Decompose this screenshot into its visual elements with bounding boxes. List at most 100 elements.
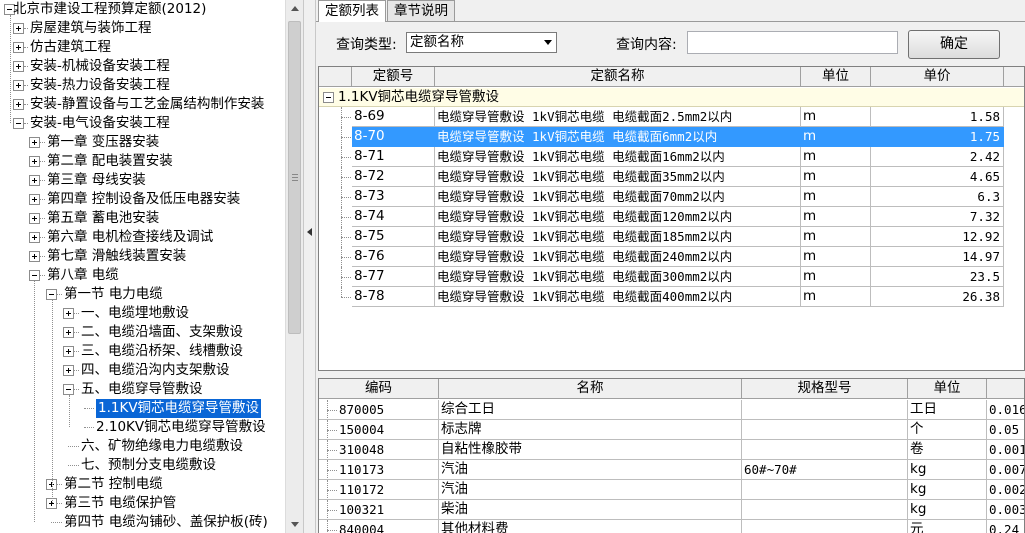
expand-plus-icon[interactable] [29,251,40,262]
material-cell-spec [742,520,908,533]
expand-plus-icon[interactable] [29,137,40,148]
tree-node[interactable]: 一、电缆埋地敷设 [0,304,285,323]
expand-plus-icon[interactable] [63,327,74,338]
tree-node[interactable]: 第四章 控制设备及低压电器安装 [0,190,285,209]
quota-row[interactable]: 8-71 电缆穿导管敷设 1kV铜芯电缆 电缆截面16mm2以内 m 2.42 [319,147,1024,167]
tree-node[interactable]: 第四节 电缆沟铺砂、盖保护板(砖) [0,513,285,532]
material-row[interactable]: 310048 自粘性橡胶带 卷 0.001 [319,440,1024,460]
quota-row[interactable]: 8-72 电缆穿导管敷设 1kV铜芯电缆 电缆截面35mm2以内 m 4.65 [319,167,1024,187]
expand-plus-icon[interactable] [63,365,74,376]
material-cell-code-text: 310048 [339,442,385,457]
quota-row[interactable]: 8-78 电缆穿导管敷设 1kV铜芯电缆 电缆截面400mm2以内 m 26.38 [319,287,1024,307]
scroll-thumb[interactable] [288,21,301,334]
quota-row[interactable]: 8-73 电缆穿导管敷设 1kV铜芯电缆 电缆截面70mm2以内 m 6.3 [319,187,1024,207]
quota-group-row[interactable]: 1.1KV铜芯电缆穿导管敷设 [319,88,1024,107]
col-header-code[interactable]: 定额号 [352,67,435,87]
tree-node[interactable]: 安装-静置设备与工艺金属结构制作安装 [0,95,285,114]
col-header-unit[interactable]: 单位 [801,67,871,87]
expand-plus-icon[interactable] [29,213,40,224]
col-header-mat-unit[interactable]: 单位 [908,379,987,399]
col-header-price[interactable]: 单价 [871,67,1004,87]
collapse-left-arrow-icon[interactable] [307,228,312,236]
quota-cell-price: 1.75 [871,127,1004,147]
col-header-mat-code[interactable]: 编码 [319,379,439,399]
tree-node-label: 2.10KV铜芯电缆穿导管敷设 [96,419,266,435]
tree-scrollbar[interactable] [285,0,303,533]
quota-row[interactable]: 8-77 电缆穿导管敷设 1kV铜芯电缆 电缆截面300mm2以内 m 23.5 [319,267,1024,287]
col-header-mat-qty[interactable] [987,379,1024,399]
col-header-mat-spec[interactable]: 规格型号 [742,379,908,399]
tree-node[interactable]: 安装-热力设备安装工程 [0,76,285,95]
expand-plus-icon[interactable] [63,346,74,357]
expand-plus-icon[interactable] [29,175,40,186]
expand-plus-icon[interactable] [13,99,24,110]
quota-cell-name: 电缆穿导管敷设 1kV铜芯电缆 电缆截面400mm2以内 [435,287,801,307]
tree-node[interactable]: 第二章 配电装置安装 [0,152,285,171]
expand-plus-icon[interactable] [13,80,24,91]
material-row[interactable]: 110172 汽油 kg 0.002 [319,480,1024,500]
material-row[interactable]: 100321 柴油 kg 0.003 [319,500,1024,520]
material-cell-code-text: 870005 [339,402,385,417]
expand-plus-icon[interactable] [29,194,40,205]
query-content-input[interactable] [687,31,898,54]
tree-node[interactable]: 二、电缆沿墙面、支架敷设 [0,323,285,342]
tree-node[interactable]: 安装-电气设备安装工程 [0,114,285,133]
tab-chapter-notes[interactable]: 章节说明 [387,0,455,21]
tree-node[interactable]: 第五章 蓄电池安装 [0,209,285,228]
expand-plus-icon[interactable] [29,232,40,243]
material-cell-name: 自粘性橡胶带 [439,440,742,460]
tree-node[interactable]: 1.1KV铜芯电缆穿导管敷设 [0,399,285,418]
quota-cell-unit: m [801,287,871,307]
quota-row[interactable]: 8-69 电缆穿导管敷设 1kV铜芯电缆 电缆截面2.5mm2以内 m 1.58 [319,107,1024,127]
material-cell-unit: kg [908,480,987,500]
collapse-minus-icon[interactable] [46,289,57,300]
tree-node[interactable]: 第一章 变压器安装 [0,133,285,152]
tree-node[interactable]: 第二节 控制电缆 [0,475,285,494]
tree-node[interactable]: 五、电缆穿导管敷设 [0,380,285,399]
tab-quota-list[interactable]: 定额列表 [318,0,386,22]
tree-node[interactable]: 第三章 母线安装 [0,171,285,190]
material-row[interactable]: 870005 综合工日 工日 0.016 [319,400,1024,420]
tree-node[interactable]: 2.10KV铜芯电缆穿导管敷设 [0,418,285,437]
material-row[interactable]: 110173 汽油 60#~70# kg 0.007 [319,460,1024,480]
query-type-select[interactable]: 定额名称 [406,32,557,53]
collapse-minus-icon[interactable] [13,118,24,129]
chapter-tree[interactable]: 北京市建设工程预算定额(2012) 房屋建筑与装饰工程 仿古建筑工程 安装-机械设备安… [0,0,285,533]
confirm-button[interactable]: 确定 [908,30,1000,59]
tree-node[interactable]: 四、电缆沿沟内支架敷设 [0,361,285,380]
tree-node[interactable]: 北京市建设工程预算定额(2012) [0,0,285,19]
col-header-mat-name[interactable]: 名称 [439,379,742,399]
scroll-up-arrow-icon[interactable] [286,0,303,17]
quota-row[interactable]: 8-74 电缆穿导管敷设 1kV铜芯电缆 电缆截面120mm2以内 m 7.32 [319,207,1024,227]
tree-node[interactable]: 第一节 电力电缆 [0,285,285,304]
scroll-down-arrow-icon[interactable] [286,516,303,533]
tree-node[interactable]: 第八章 电缆 [0,266,285,285]
expand-plus-icon[interactable] [29,156,40,167]
tree-node[interactable]: 房屋建筑与装饰工程 [0,19,285,38]
expand-plus-icon[interactable] [13,42,24,53]
quota-cell-name: 电缆穿导管敷设 1kV铜芯电缆 电缆截面185mm2以内 [435,227,801,247]
expand-plus-icon[interactable] [63,308,74,319]
material-cell-spec: 60#~70# [742,460,908,480]
tree-node[interactable]: 六、矿物绝缘电力电缆敷设 [0,437,285,456]
tree-node[interactable]: 第六章 电机检查接线及调试 [0,228,285,247]
collapse-minus-icon[interactable] [63,384,74,395]
expand-plus-icon[interactable] [13,61,24,72]
pane-splitter[interactable] [303,0,316,533]
tree-node[interactable]: 第三节 电缆保护管 [0,494,285,513]
material-row[interactable]: 840004 其他材料费 元 0.24 [319,520,1024,533]
collapse-minus-icon[interactable] [29,270,40,281]
tree-node[interactable]: 仿古建筑工程 [0,38,285,57]
tree-node[interactable]: 三、电缆沿桥架、线槽敷设 [0,342,285,361]
quota-cell-name: 电缆穿导管敷设 1kV铜芯电缆 电缆截面240mm2以内 [435,247,801,267]
tree-node[interactable]: 安装-机械设备安装工程 [0,57,285,76]
collapse-group-icon[interactable] [323,92,334,103]
tree-node[interactable]: 第七章 滑触线装置安装 [0,247,285,266]
tree-node[interactable]: 七、预制分支电缆敷设 [0,456,285,475]
col-header-name[interactable]: 定额名称 [435,67,801,87]
material-row[interactable]: 150004 标志牌 个 0.05 [319,420,1024,440]
quota-row[interactable]: 8-76 电缆穿导管敷设 1kV铜芯电缆 电缆截面240mm2以内 m 14.97 [319,247,1024,267]
quota-row[interactable]: 8-70 电缆穿导管敷设 1kV铜芯电缆 电缆截面6mm2以内 m 1.75 [319,127,1024,147]
quota-row[interactable]: 8-75 电缆穿导管敷设 1kV铜芯电缆 电缆截面185mm2以内 m 12.92 [319,227,1024,247]
expand-plus-icon[interactable] [13,23,24,34]
